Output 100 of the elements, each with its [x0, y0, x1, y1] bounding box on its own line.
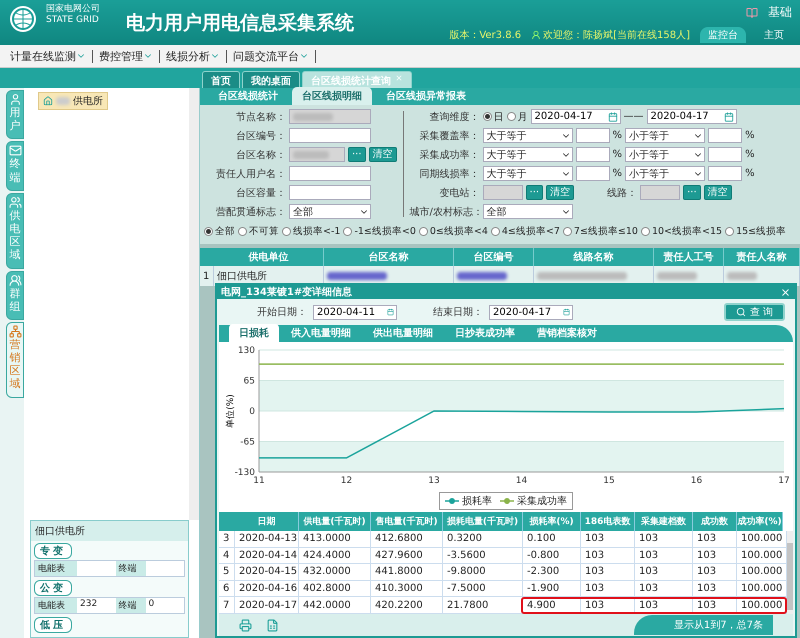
- input-field[interactable]: [289, 166, 371, 181]
- input-field[interactable]: [708, 147, 742, 162]
- row-number: 7: [219, 597, 235, 613]
- select-field[interactable]: 全部: [289, 204, 371, 219]
- radio-option[interactable]: 全部: [204, 225, 235, 238]
- radio-option[interactable]: 7≤线损率≤10: [562, 225, 638, 238]
- input-field[interactable]: [640, 185, 680, 200]
- row-number: 3: [219, 531, 235, 547]
- radio-option[interactable]: 10<线损率<15: [640, 225, 722, 238]
- select-field[interactable]: 小于等于: [625, 166, 706, 181]
- menu-item[interactable]: 线损分析: [166, 48, 220, 64]
- book-icon: [746, 6, 758, 18]
- table-cell: 0.3200: [443, 531, 523, 547]
- field-label: 责任人用户名：: [215, 168, 286, 180]
- table-cell: 103: [581, 564, 635, 580]
- table-cell: 412.6800: [371, 531, 443, 547]
- column-header: 损耗电量(千瓦时): [443, 512, 523, 531]
- input-field[interactable]: [576, 147, 610, 162]
- tick-label: 11: [252, 476, 264, 486]
- table-cell: 103: [693, 564, 737, 580]
- field-label: 查询维度：: [428, 110, 480, 124]
- tick-label: 16: [690, 476, 702, 486]
- radio-option[interactable]: 0≤线损率<4: [418, 225, 488, 238]
- unit-label: %: [745, 168, 755, 179]
- scrollbar[interactable]: [787, 531, 794, 614]
- tick-label: 15: [602, 476, 614, 486]
- select-field[interactable]: 大于等于: [482, 147, 573, 162]
- table-cell: 103: [693, 548, 737, 564]
- table-cell: 103: [581, 548, 635, 564]
- select-field[interactable]: 全部: [482, 204, 573, 219]
- calendar-icon[interactable]: [608, 112, 618, 122]
- menu-item[interactable]: 计量在线监测: [10, 48, 86, 64]
- field-label: 台区容量：: [235, 186, 286, 200]
- menu-item[interactable]: 费控管理: [99, 48, 153, 64]
- redacted-text: [56, 97, 70, 105]
- header-link[interactable]: 主页: [756, 27, 792, 43]
- column-header: 售电量(千瓦时): [371, 512, 443, 531]
- input-field[interactable]: [576, 128, 610, 143]
- row-number: 1: [200, 266, 214, 286]
- table-cell: 103: [635, 564, 693, 580]
- field-label: 台区编号：: [235, 130, 286, 142]
- table-cell: -1.900: [523, 580, 581, 596]
- input-field[interactable]: [289, 185, 371, 200]
- tick-label: 0: [248, 407, 254, 417]
- radio-option[interactable]: 4≤线损率<7: [490, 225, 560, 238]
- radio-option[interactable]: 日: [482, 110, 504, 124]
- field-label: 台区名称：: [235, 148, 286, 162]
- page-tab[interactable]: 首页: [202, 71, 240, 88]
- column-header: 供电量(千瓦时): [299, 512, 371, 531]
- calendar-icon[interactable]: [563, 307, 570, 317]
- input-field[interactable]: [708, 166, 742, 181]
- table-cell: 413.0000: [299, 531, 371, 547]
- user-icon: [531, 30, 542, 40]
- select-field[interactable]: 小于等于: [625, 128, 706, 143]
- row-number: 5: [219, 564, 235, 580]
- radio-option[interactable]: 线损率<-1: [282, 225, 340, 238]
- table-cell: 432.0000: [299, 564, 371, 580]
- table-cell: 402.8000: [299, 580, 371, 596]
- radio-option[interactable]: 15≤线损率: [725, 225, 786, 238]
- radio-option[interactable]: -1≤线损率<0: [343, 225, 416, 238]
- date-field[interactable]: 2020-04-17: [530, 109, 621, 124]
- table-cell: 2020-04-14: [235, 548, 299, 564]
- sub-tab[interactable]: 台区线损明细: [292, 87, 372, 105]
- tick-label: 13: [428, 476, 440, 486]
- date-field[interactable]: 2020-04-17: [646, 109, 737, 124]
- close-icon[interactable]: [395, 74, 403, 82]
- table-cell: 103: [581, 580, 635, 596]
- redacted-text: [293, 112, 333, 120]
- print-icon[interactable]: [239, 618, 252, 632]
- tree-node[interactable]: 供电所: [38, 92, 108, 110]
- tick-label: -130: [234, 468, 254, 478]
- date-field[interactable]: 2020-04-17: [489, 304, 573, 320]
- calendar-icon[interactable]: [387, 307, 394, 317]
- menu-item[interactable]: 问题交流平台: [233, 48, 309, 64]
- radio-option[interactable]: 不可算: [238, 225, 279, 238]
- table-cell: -2.300: [523, 564, 581, 580]
- input-field[interactable]: [708, 128, 742, 143]
- select-field[interactable]: 大于等于: [482, 128, 573, 143]
- axis-label: 单位(%): [226, 394, 236, 428]
- close-icon[interactable]: [780, 286, 791, 298]
- group-icon: [8, 274, 22, 286]
- table-cell: 410.3000: [371, 580, 443, 596]
- table-cell: 0.100: [523, 531, 581, 547]
- page-tab[interactable]: 我的桌面: [242, 71, 300, 88]
- calendar-icon[interactable]: [724, 112, 734, 122]
- select-field[interactable]: 大于等于: [482, 166, 573, 181]
- column-header: 日期: [235, 512, 299, 531]
- table-cell: 424.4000: [299, 548, 371, 564]
- select-field[interactable]: 小于等于: [625, 147, 706, 162]
- table-cell: 103: [693, 580, 737, 596]
- input-field[interactable]: [576, 166, 610, 181]
- date-field[interactable]: 2020-04-11: [313, 304, 397, 320]
- table-cell: 21.7800: [443, 597, 523, 613]
- radio-option[interactable]: 月: [506, 110, 528, 124]
- tick-label: -65: [240, 438, 254, 448]
- input-field[interactable]: [482, 185, 523, 200]
- dialog-tab[interactable]: 日损耗: [229, 324, 279, 342]
- input-field[interactable]: [289, 128, 371, 143]
- table-cell: 441.8000: [371, 564, 443, 580]
- spreadsheet-icon[interactable]: [266, 618, 279, 632]
